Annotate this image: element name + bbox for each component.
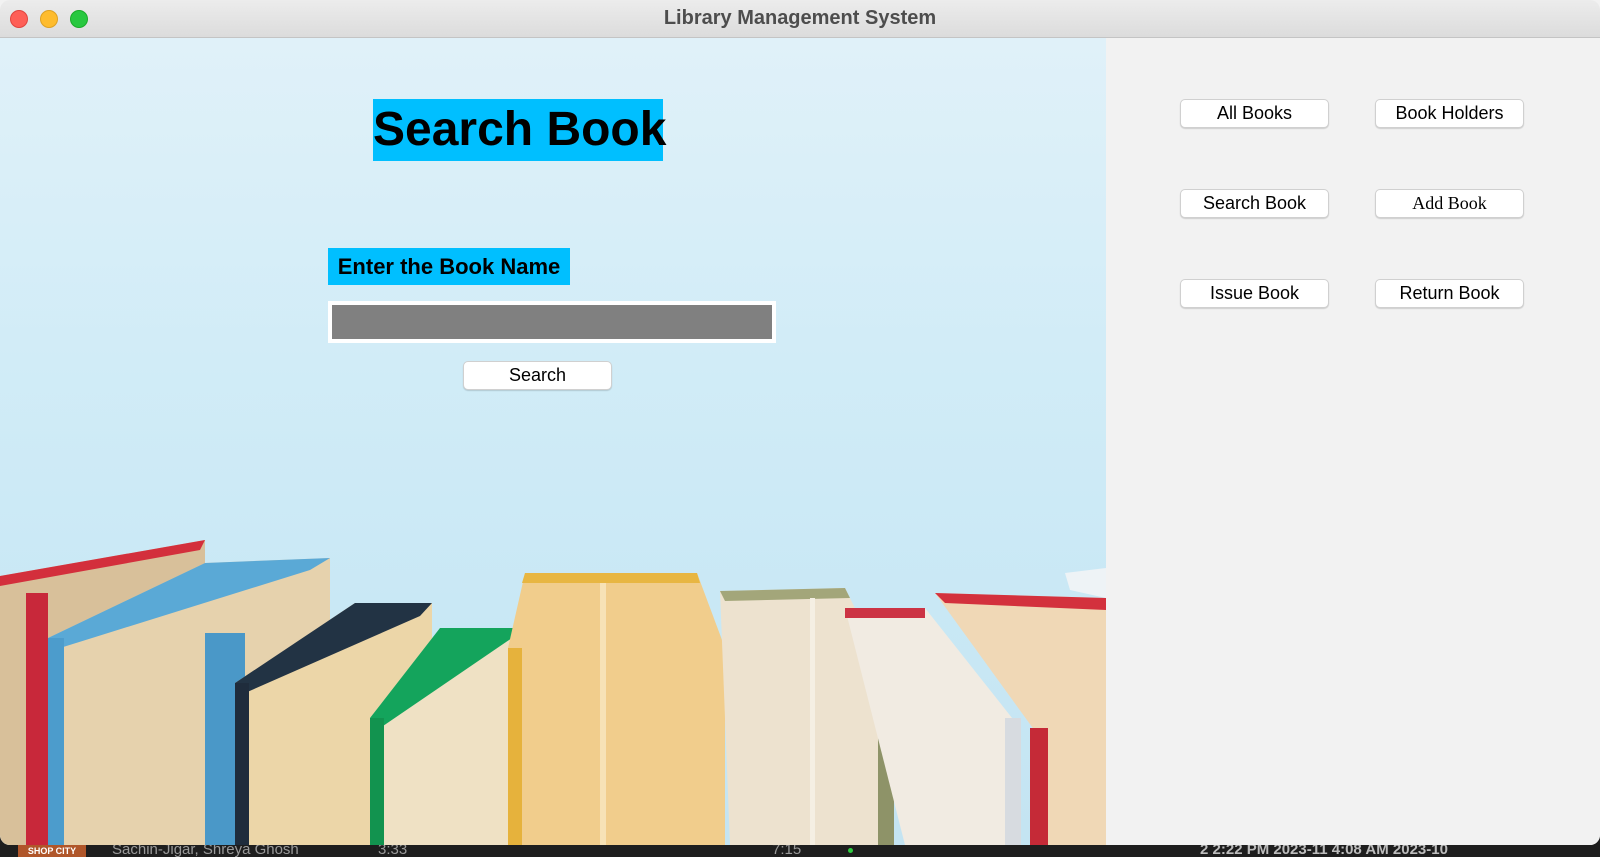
page-heading: Search Book: [373, 99, 666, 161]
app-window: Library Management System Search Book En…: [0, 0, 1600, 845]
status-dot-icon: [848, 848, 853, 853]
background-app-strip: SHOP CITY Sachin-Jigar, Shreya Ghosh 3:3…: [0, 845, 1600, 857]
book-name-input[interactable]: [332, 305, 772, 339]
return-book-button[interactable]: Return Book: [1375, 279, 1524, 308]
track-time-2: 7:15: [772, 845, 802, 857]
artist-text: Sachin-Jigar, Shreya Ghosh: [112, 845, 299, 857]
all-books-button[interactable]: All Books: [1180, 99, 1329, 128]
book-name-label: Enter the Book Name: [328, 248, 570, 285]
album-thumbnail: SHOP CITY: [18, 845, 86, 857]
title-bar: Library Management System: [0, 0, 1600, 38]
navigation-panel: All Books Book Holders Search Book Add B…: [1106, 38, 1600, 845]
add-book-button[interactable]: Add Book: [1375, 189, 1524, 218]
search-book-button[interactable]: Search Book: [1180, 189, 1329, 218]
window-title: Library Management System: [663, 7, 937, 29]
book-name-input-frame: [328, 301, 776, 343]
search-book-area: Search Book Enter the Book Name Search: [0, 38, 1106, 845]
book-holders-button[interactable]: Book Holders: [1375, 99, 1524, 128]
dates-text: 2 2:22 PM 2023-11 4:08 AM 2023-10: [1200, 845, 1448, 857]
issue-book-button[interactable]: Issue Book: [1180, 279, 1329, 308]
track-time-1: 3:33: [378, 845, 408, 857]
search-button[interactable]: Search: [463, 361, 612, 390]
